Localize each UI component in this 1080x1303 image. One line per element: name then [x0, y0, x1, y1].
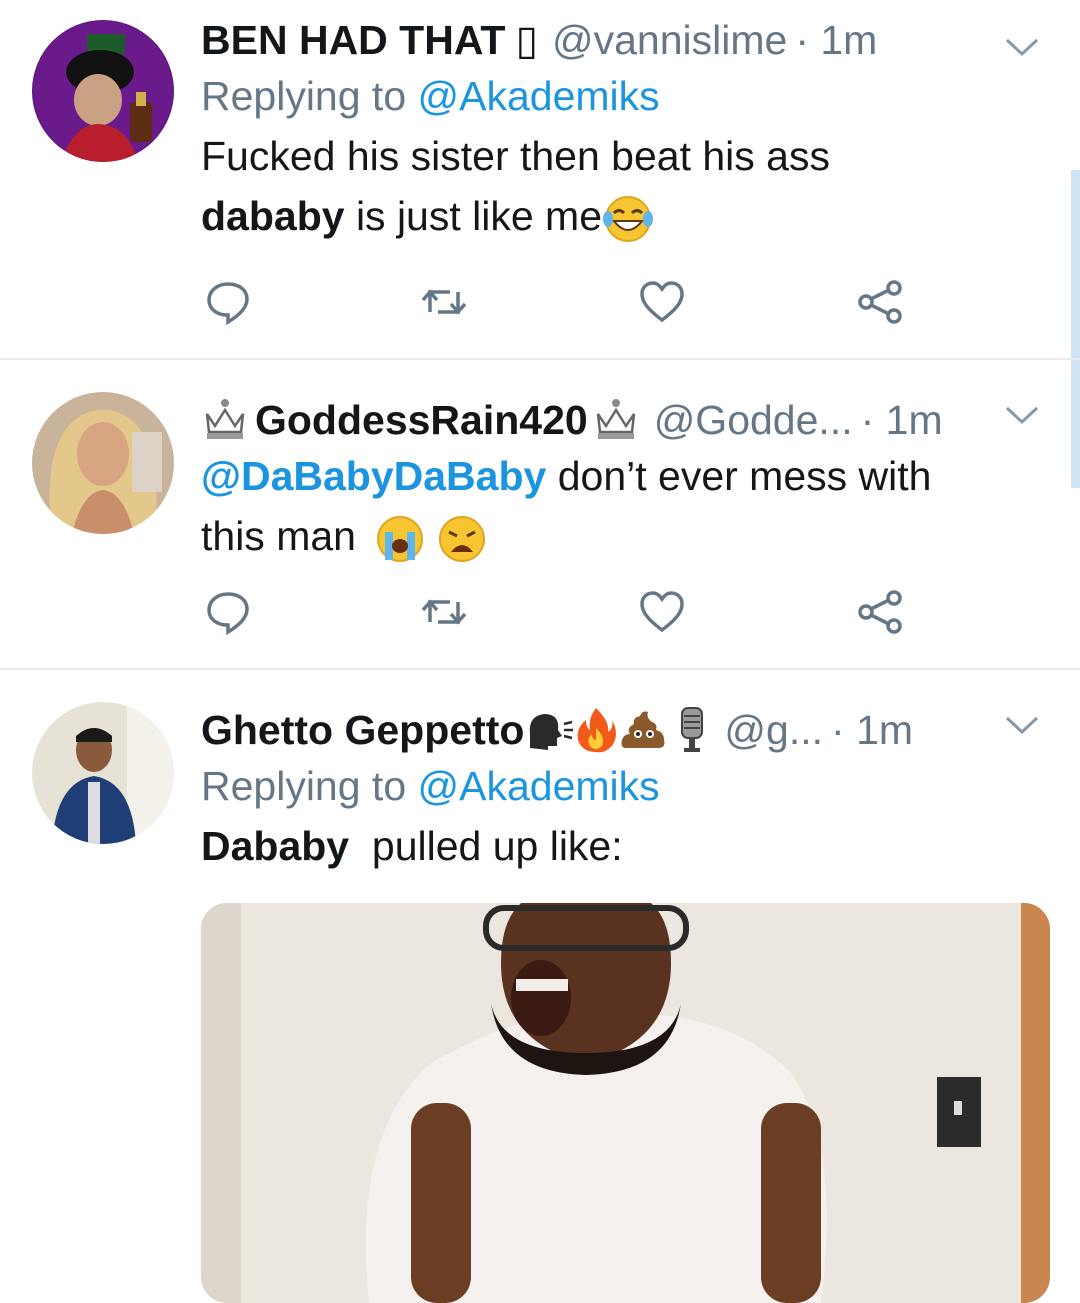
reply-mention[interactable]: @Akademiks	[418, 73, 660, 119]
reply-icon[interactable]	[204, 588, 252, 636]
like-icon[interactable]	[638, 278, 686, 326]
bold-mention: dababy	[201, 193, 345, 239]
name-glyph: ▯	[515, 17, 538, 63]
chevron-down-icon[interactable]	[1004, 714, 1040, 738]
share-icon[interactable]	[856, 278, 904, 326]
user-handle[interactable]: @vannislime	[552, 14, 787, 66]
user-handle[interactable]: @g...	[724, 704, 823, 756]
like-icon[interactable]	[638, 588, 686, 636]
tweet-text: Dababy pulled up like:	[201, 816, 1040, 876]
avatar[interactable]	[32, 392, 174, 534]
avatar[interactable]	[32, 702, 174, 844]
mention-link[interactable]: @DaBabyDaBaby	[201, 453, 546, 499]
weary-emoji-icon	[438, 516, 485, 563]
crying-emoji-icon	[377, 516, 424, 563]
speaking-head-icon	[530, 714, 574, 750]
display-name[interactable]: Ghetto Geppetto	[201, 704, 524, 756]
tweet-media[interactable]	[201, 903, 1050, 1303]
bold-mention: Dababy	[201, 823, 350, 869]
reply-icon[interactable]	[204, 278, 252, 326]
poop-icon	[621, 711, 665, 748]
fire-icon	[578, 708, 617, 753]
laughing-emoji-icon	[603, 196, 653, 243]
microphone-icon	[681, 707, 704, 752]
share-icon[interactable]	[856, 588, 904, 636]
chevron-down-icon[interactable]	[1004, 36, 1040, 60]
timestamp[interactable]: · 1m	[861, 394, 943, 446]
crown-icon	[596, 399, 635, 439]
chevron-down-icon[interactable]	[1004, 404, 1040, 428]
reply-mention[interactable]: @Akademiks	[418, 763, 660, 809]
retweet-icon[interactable]	[420, 278, 468, 326]
tweet-text-rest: pulled up like:	[349, 823, 623, 869]
tweet-text-rest: is just like me	[344, 193, 602, 239]
reply-prefix: Replying to	[201, 763, 407, 809]
avatar[interactable]	[32, 20, 174, 162]
display-name[interactable]: GoddessRain420	[255, 394, 588, 446]
tweet-text: @DaBabyDaBaby don’t ever mess with this …	[201, 446, 1040, 566]
reply-context: Replying to @Akademiks	[201, 756, 1040, 816]
tweet-2[interactable]: GoddessRain420 @Godde... · 1m @DaBabyDaB…	[0, 360, 1080, 668]
tweet-text-rest: don’t ever mess with	[546, 453, 932, 499]
tweet-text: Fucked his sister then beat his ass daba…	[201, 126, 1040, 246]
timestamp[interactable]: · 1m	[795, 14, 877, 66]
tweet-text-line: Fucked his sister then beat his ass	[201, 133, 830, 179]
reply-prefix: Replying to	[201, 73, 407, 119]
crown-icon	[205, 399, 245, 439]
display-name[interactable]: BEN HAD THAT	[201, 14, 505, 66]
timestamp[interactable]: · 1m	[831, 704, 913, 756]
tweet-text-line: this man	[201, 513, 356, 559]
tweet-1[interactable]: BEN HAD THAT ▯ @vannislime · 1m Replying…	[0, 0, 1080, 358]
retweet-icon[interactable]	[420, 588, 468, 636]
user-handle[interactable]: @Godde...	[654, 394, 853, 446]
reply-context: Replying to @Akademiks	[201, 66, 1040, 126]
